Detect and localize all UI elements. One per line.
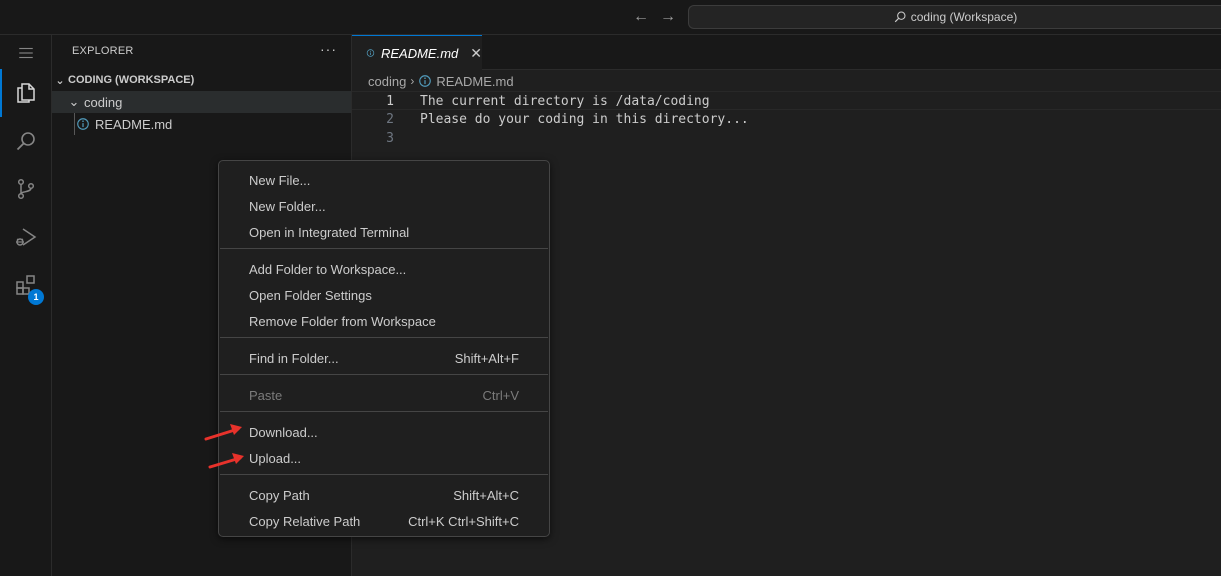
line-number: 3 xyxy=(386,131,394,146)
menu-separator xyxy=(220,411,548,412)
info-icon xyxy=(76,117,90,131)
tree-folder-coding[interactable]: ⌄ coding xyxy=(52,91,351,113)
menu-item-upload[interactable]: Upload... xyxy=(223,445,545,471)
menu-item-find-in-folder[interactable]: Find in Folder... Shift+Alt+F xyxy=(223,345,545,371)
menu-separator xyxy=(220,374,548,375)
command-center-label: coding (Workspace) xyxy=(910,10,1018,24)
activity-bar: 1 xyxy=(0,35,52,576)
menu-item-label: Upload... xyxy=(249,450,302,466)
code-line[interactable]: 2 Please do your coding in this director… xyxy=(352,110,1221,129)
menu-item-download[interactable]: Download... xyxy=(223,419,545,445)
source-control-icon[interactable] xyxy=(0,165,52,213)
menu-item-new-file[interactable]: New File... xyxy=(223,167,545,193)
menu-item-shortcut: Ctrl+K Ctrl+Shift+C xyxy=(408,513,519,529)
menu-item-label: Open Folder Settings xyxy=(249,287,372,303)
tab-readme[interactable]: README.md ✕ xyxy=(352,35,482,70)
explorer-title: EXPLORER xyxy=(72,45,134,57)
menu-item-copy-path[interactable]: Copy Path Shift+Alt+C xyxy=(223,482,545,508)
line-text[interactable]: Please do your coding in this directory.… xyxy=(420,110,749,129)
line-number: 1 xyxy=(386,94,394,109)
code-line[interactable]: 1 The current directory is /data/coding xyxy=(352,91,1221,110)
menu-item-label: Copy Path xyxy=(249,487,310,503)
search-icon[interactable] xyxy=(0,117,52,165)
menu-item-open-terminal[interactable]: Open in Integrated Terminal xyxy=(223,219,545,245)
info-icon xyxy=(419,75,432,87)
menu-item-label: New File... xyxy=(249,172,311,188)
menu-item-label: Find in Folder... xyxy=(249,350,339,366)
explorer-icon[interactable] xyxy=(0,69,52,117)
tab-label: README.md xyxy=(380,45,459,61)
menu-item-label: New Folder... xyxy=(249,198,326,214)
menu-item-label: Paste xyxy=(249,387,283,403)
annotation-arrow-icon xyxy=(204,424,244,469)
arrow-right-icon[interactable]: → xyxy=(659,8,677,26)
extensions-icon[interactable]: 1 xyxy=(0,261,52,309)
menu-item-shortcut: Shift+Alt+C xyxy=(453,487,519,503)
chevron-down-icon: ⌄ xyxy=(55,74,65,87)
menu-item-new-folder[interactable]: New Folder... xyxy=(223,193,545,219)
menu-item-open-folder-settings[interactable]: Open Folder Settings xyxy=(223,282,545,308)
code-line[interactable]: 3 xyxy=(352,129,1221,148)
menu-item-label: Remove Folder from Workspace xyxy=(249,313,436,329)
search-icon xyxy=(894,11,906,23)
menu-item-remove-folder[interactable]: Remove Folder from Workspace xyxy=(223,308,545,334)
chevron-right-icon: › xyxy=(410,74,415,88)
menu-item-copy-relative-path[interactable]: Copy Relative Path Ctrl+K Ctrl+Shift+C xyxy=(223,508,545,534)
menu-separator xyxy=(220,248,548,249)
menu-item-label: Open in Integrated Terminal xyxy=(249,224,410,240)
breadcrumb: coding › README.md xyxy=(368,72,514,90)
menu-item-add-folder-workspace[interactable]: Add Folder to Workspace... xyxy=(223,256,545,282)
close-icon[interactable]: ✕ xyxy=(470,45,482,62)
breadcrumb-file[interactable]: README.md xyxy=(436,74,513,89)
breadcrumb-folder[interactable]: coding xyxy=(368,74,406,89)
menu-item-shortcut: Shift+Alt+F xyxy=(454,350,519,366)
menu-item-label: Download... xyxy=(249,424,318,440)
menu-item-label: Add Folder to Workspace... xyxy=(249,261,407,277)
menu-item-shortcut: Ctrl+V xyxy=(482,387,519,403)
menu-icon[interactable] xyxy=(0,35,52,71)
menu-item-label: Copy Relative Path xyxy=(249,513,361,529)
extensions-badge: 1 xyxy=(28,289,44,305)
command-center-search[interactable]: coding (Workspace) xyxy=(688,5,1221,29)
line-text[interactable]: The current directory is /data/coding xyxy=(420,92,710,111)
context-menu: New File... New Folder... Open in Integr… xyxy=(218,160,550,537)
tree-file-readme[interactable]: README.md xyxy=(52,113,351,135)
info-icon xyxy=(366,49,375,57)
run-debug-icon[interactable] xyxy=(0,213,52,261)
menu-separator xyxy=(220,337,548,338)
workspace-section-label: CODING (WORKSPACE) xyxy=(68,74,195,86)
file-label: README.md xyxy=(95,116,173,132)
workspace-section-header[interactable]: ⌄ CODING (WORKSPACE) xyxy=(52,69,352,91)
folder-label: coding xyxy=(84,94,123,110)
more-actions-icon[interactable]: ··· xyxy=(320,41,337,57)
chevron-down-icon: ⌄ xyxy=(68,94,80,109)
line-number: 2 xyxy=(386,112,394,127)
arrow-left-icon[interactable]: ← xyxy=(632,8,650,26)
menu-item-paste: Paste Ctrl+V xyxy=(223,382,545,408)
title-bar: ← → coding (Workspace) xyxy=(0,0,1221,35)
editor-tab-bar: README.md ✕ xyxy=(352,35,1221,70)
menu-separator xyxy=(220,474,548,475)
